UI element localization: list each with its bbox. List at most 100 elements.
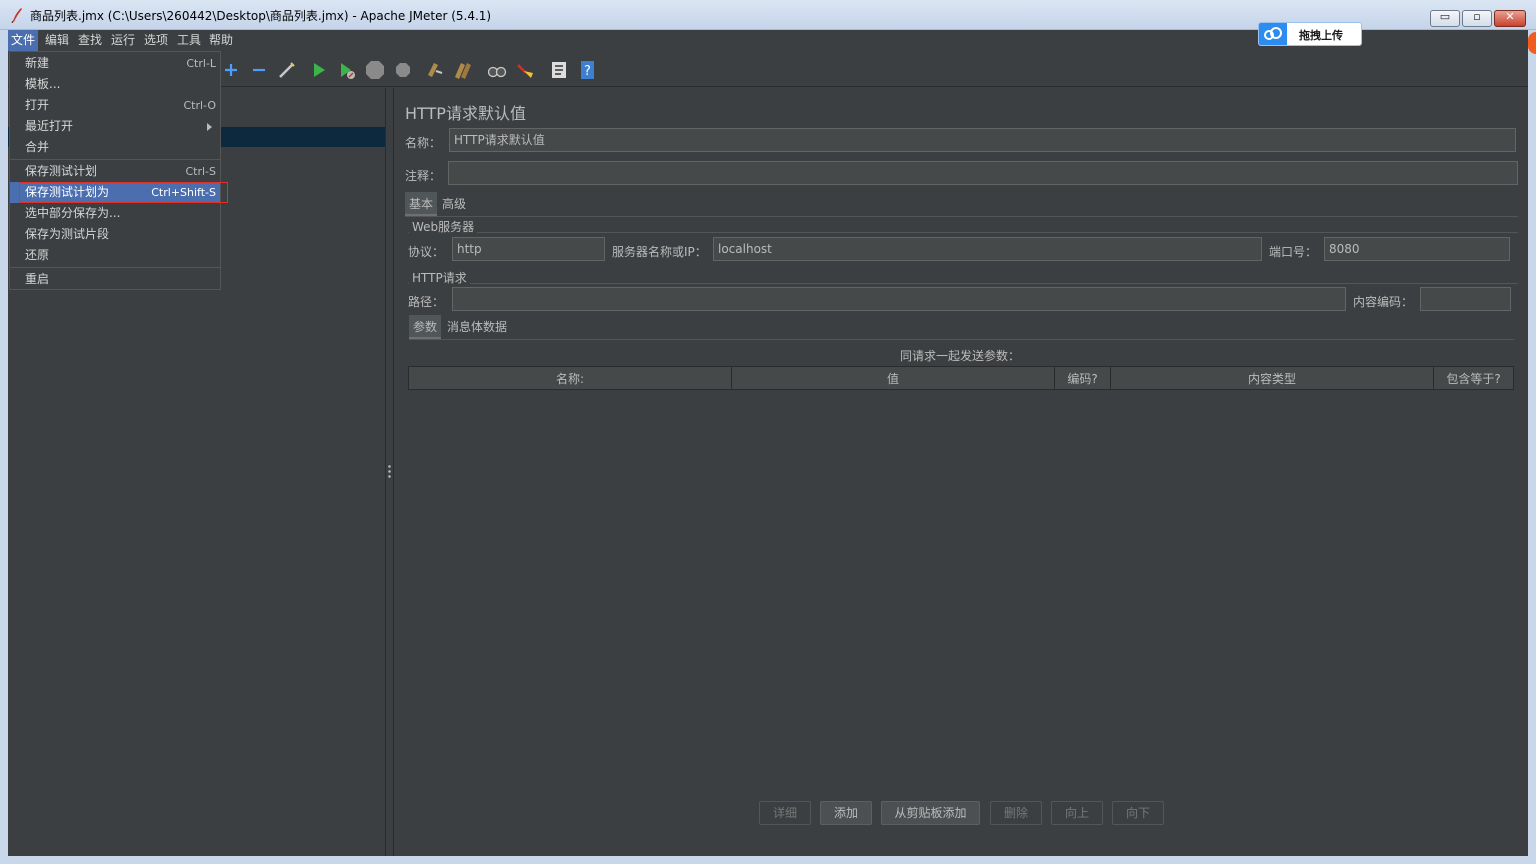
column-name[interactable]: 名称: — [409, 367, 732, 389]
column-content-type[interactable]: 内容类型 — [1111, 367, 1434, 389]
menu-item-revert[interactable]: 还原 — [10, 245, 220, 266]
minimize-icon: ▭ — [1439, 10, 1451, 23]
menu-item-shortcut: Ctrl-O — [183, 99, 216, 112]
element-editor: HTTP请求默认值 名称： HTTP请求默认值 注释： 基本 高级 Web服务器… — [395, 88, 1528, 856]
start-icon[interactable] — [308, 59, 330, 81]
window-frame-right — [1528, 30, 1536, 864]
search-binoculars-icon[interactable] — [486, 59, 508, 81]
sub-tab-divider — [409, 339, 1514, 340]
port-input[interactable]: 8080 — [1324, 237, 1510, 261]
clear-icon[interactable] — [424, 59, 446, 81]
port-label: 端口号： — [1269, 245, 1318, 259]
maximize-button[interactable]: ▫ — [1462, 10, 1492, 27]
menu-item-shortcut: Ctrl-L — [186, 57, 216, 70]
encoding-label: 内容编码： — [1353, 295, 1414, 309]
highlight-annotation-box — [19, 182, 228, 203]
tab-parameters[interactable]: 参数 — [409, 315, 442, 339]
restore-icon: ▫ — [1473, 10, 1481, 23]
shutdown-icon[interactable] — [392, 59, 414, 81]
drag-handle-icon[interactable] — [388, 464, 391, 478]
web-server-group-title: Web服务器 — [409, 218, 478, 235]
menu-separator — [10, 159, 220, 160]
column-include-equals[interactable]: 包含等于? — [1434, 367, 1513, 389]
window-title: 商品列表.jmx (C:\Users\260442\Desktop\商品列表.j… — [30, 9, 492, 23]
comment-input[interactable] — [448, 161, 1518, 185]
toggle-wand-icon[interactable] — [276, 59, 298, 81]
split-pane-divider[interactable] — [386, 88, 394, 856]
protocol-label: 协议： — [408, 245, 445, 259]
start-no-pause-icon[interactable] — [336, 59, 358, 81]
menu-item-new[interactable]: 新建 Ctrl-L — [10, 53, 220, 74]
params-caption: 同请求一起发送参数： — [900, 349, 1021, 363]
menu-item-label: 新建 — [25, 56, 50, 70]
cloud-icon — [1259, 23, 1287, 45]
tab-basic[interactable]: 基本 — [405, 192, 438, 216]
menu-item-label: 还原 — [25, 248, 50, 262]
menu-item-save-selection-as[interactable]: 选中部分保存为... — [10, 203, 220, 224]
file-menu-dropdown: 新建 Ctrl-L 模板... 打开 Ctrl-O 最近打开 合并 保存测试计划… — [9, 51, 221, 290]
help-icon[interactable]: ? — [576, 59, 598, 81]
menu-item-recent[interactable]: 最近打开 — [10, 116, 220, 137]
reset-broom-icon[interactable] — [514, 59, 536, 81]
tab-body-data[interactable]: 消息体数据 — [443, 315, 511, 339]
move-down-button[interactable]: 向下 — [1112, 801, 1164, 825]
stop-icon[interactable] — [364, 59, 386, 81]
menu-separator — [10, 267, 220, 268]
drag-upload-badge[interactable]: 拖拽上传 — [1258, 22, 1362, 46]
column-encode[interactable]: 编码? — [1055, 367, 1111, 389]
close-icon: ✕ — [1505, 10, 1515, 23]
menu-file[interactable]: 文件 — [8, 30, 39, 51]
protocol-input[interactable]: http — [452, 237, 605, 261]
name-label: 名称： — [405, 136, 442, 150]
delete-button[interactable]: 删除 — [990, 801, 1042, 825]
add-from-clipboard-button[interactable]: 从剪贴板添加 — [881, 801, 980, 825]
menu-item-merge[interactable]: 合并 — [10, 137, 220, 158]
expand-plus-icon[interactable] — [220, 59, 242, 81]
menu-run[interactable]: 运行 — [108, 30, 138, 51]
menu-item-label: 保存为测试片段 — [25, 227, 110, 241]
menu-item-label: 模板... — [25, 77, 61, 91]
tab-divider — [405, 216, 1518, 217]
clear-all-icon[interactable] — [452, 59, 474, 81]
http-request-group-border — [408, 283, 1518, 284]
drag-upload-label: 拖拽上传 — [1299, 29, 1343, 42]
menu-item-templates[interactable]: 模板... — [10, 74, 220, 95]
minimize-button[interactable]: ▭ — [1430, 10, 1460, 27]
path-input[interactable] — [452, 287, 1346, 311]
menu-item-open[interactable]: 打开 Ctrl-O — [10, 95, 220, 116]
collapse-minus-icon[interactable] — [248, 59, 270, 81]
panel-title: HTTP请求默认值 — [405, 104, 526, 123]
detail-button[interactable]: 详细 — [759, 801, 811, 825]
menu-edit[interactable]: 编辑 — [42, 30, 72, 51]
http-request-group-title: HTTP请求 — [409, 269, 470, 286]
close-button[interactable]: ✕ — [1494, 10, 1526, 27]
function-helper-icon[interactable] — [548, 59, 570, 81]
menu-item-save-as-fragment[interactable]: 保存为测试片段 — [10, 224, 220, 245]
menu-item-label: 保存测试计划 — [25, 164, 98, 178]
svg-text:?: ? — [584, 64, 591, 79]
menu-item-save-plan[interactable]: 保存测试计划 Ctrl-S — [10, 161, 220, 182]
menu-item-label: 最近打开 — [25, 119, 74, 133]
menu-item-label: 打开 — [25, 98, 50, 112]
menu-item-restart[interactable]: 重启 — [10, 269, 220, 290]
floating-widget[interactable] — [1528, 32, 1536, 54]
submenu-arrow-icon — [207, 123, 212, 131]
menu-search[interactable]: 查找 — [75, 30, 105, 51]
column-value[interactable]: 值 — [732, 367, 1055, 389]
encoding-input[interactable] — [1420, 287, 1511, 311]
menu-item-label: 选中部分保存为... — [25, 206, 121, 220]
name-input[interactable]: HTTP请求默认值 — [449, 128, 1516, 152]
server-input[interactable]: localhost — [713, 237, 1262, 261]
tab-advanced[interactable]: 高级 — [438, 192, 470, 216]
window-frame-bottom — [0, 856, 1536, 864]
web-server-group-border — [408, 232, 1518, 233]
params-table-header: 名称: 值 编码? 内容类型 包含等于? — [408, 366, 1514, 390]
menu-item-label: 重启 — [25, 272, 50, 286]
comment-label: 注释： — [405, 169, 442, 183]
menu-options[interactable]: 选项 — [141, 30, 171, 51]
window-frame-left — [0, 30, 8, 864]
add-button[interactable]: 添加 — [820, 801, 872, 825]
move-up-button[interactable]: 向上 — [1051, 801, 1103, 825]
menu-help[interactable]: 帮助 — [206, 30, 236, 51]
menu-tools[interactable]: 工具 — [174, 30, 204, 51]
